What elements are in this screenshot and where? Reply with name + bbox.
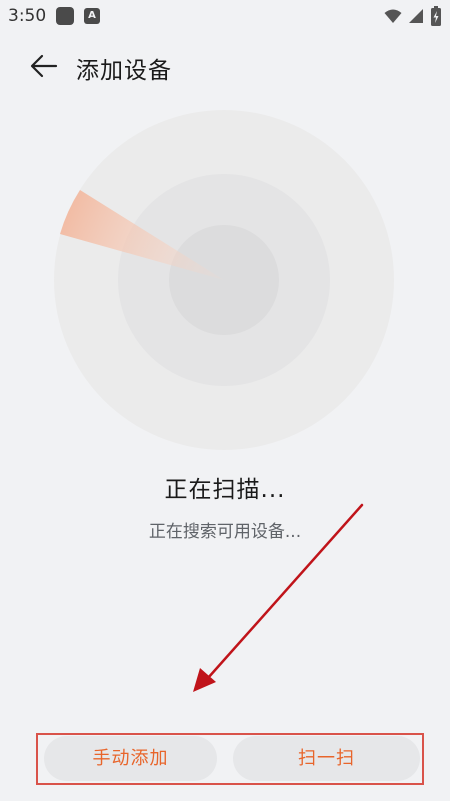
signal-icon: [409, 9, 423, 23]
status-icons: [384, 6, 442, 26]
radar-outer-ring: [54, 110, 394, 450]
back-button[interactable]: [28, 52, 60, 80]
status-bar: 3:50 A: [0, 0, 450, 32]
annotation-arrow: [193, 503, 364, 692]
radar-inner-ring: [169, 225, 279, 335]
notification-app-icon: [56, 7, 74, 25]
notification-a-icon: A: [84, 8, 100, 24]
status-time: 3:50: [8, 6, 47, 26]
radar-middle-ring: [118, 174, 330, 386]
header: 添加设备: [0, 40, 450, 92]
scan-status-subtitle: 正在搜索可用设备...: [148, 522, 302, 542]
scan-code-button[interactable]: 扫一扫: [233, 736, 420, 781]
page-title: 添加设备: [76, 58, 172, 84]
radar-sweep: [60, 190, 224, 280]
wifi-icon: [384, 9, 402, 23]
radar-scan-graphic: [54, 110, 394, 450]
arrow-left-icon: [30, 54, 58, 78]
manual-add-button[interactable]: 手动添加: [44, 736, 217, 781]
scan-status-title: 正在扫描...: [164, 477, 286, 503]
battery-charging-icon: [431, 6, 441, 26]
